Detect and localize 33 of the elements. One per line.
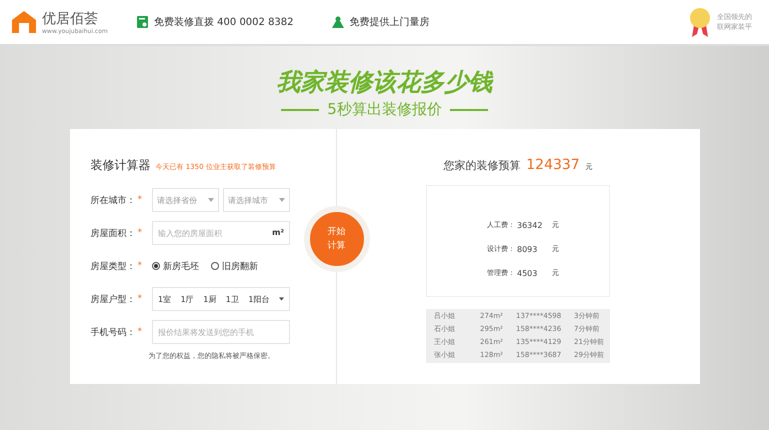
- hero-title: 我家装修该花多少钱: [276, 67, 492, 98]
- medal-icon: [689, 7, 711, 37]
- cost-value: 8093: [517, 244, 538, 254]
- caret-icon: [208, 198, 214, 202]
- service-text: 免费提供上门量房: [350, 16, 430, 29]
- field-label: 房屋户型：: [90, 294, 136, 306]
- required-mark: *: [138, 327, 142, 337]
- calculator-title: 装修计算器: [90, 157, 150, 174]
- layout-select[interactable]: 1室 1厅 1厨 1卫 1阳台: [152, 287, 290, 311]
- budget-total: 124337: [526, 157, 580, 173]
- cost-value: 4503: [517, 268, 538, 278]
- house-logo-icon: [12, 11, 36, 33]
- required-mark: *: [138, 195, 142, 205]
- budget-label: 您家的装修预算: [443, 158, 520, 173]
- hero-subtitle: 5秒算出装修报价: [327, 100, 442, 119]
- cost-value: 36342: [517, 220, 544, 230]
- caret-icon: [279, 198, 285, 202]
- unit-label: m²: [272, 228, 284, 237]
- person-icon: [332, 16, 344, 28]
- required-mark: *: [138, 261, 142, 271]
- radio-option[interactable]: 旧房翻新: [211, 260, 258, 272]
- radio-option[interactable]: 新房毛坯: [152, 260, 199, 272]
- brand-name: 优居佰荟: [42, 10, 99, 28]
- input-field[interactable]: 报价结果将发送到您的手机: [152, 320, 290, 344]
- required-mark: *: [138, 228, 142, 238]
- field-label: 手机号码：: [90, 326, 136, 338]
- field-label: 房屋面积：: [90, 228, 136, 240]
- required-mark: *: [138, 294, 142, 304]
- hotline-text: 免费装修直拨 400 0002 8382: [154, 16, 294, 29]
- caret-icon: [278, 297, 284, 301]
- field-label: 房屋类型：: [90, 260, 136, 272]
- field-label: 所在城市：: [90, 194, 136, 206]
- phone-document-icon: [137, 16, 148, 28]
